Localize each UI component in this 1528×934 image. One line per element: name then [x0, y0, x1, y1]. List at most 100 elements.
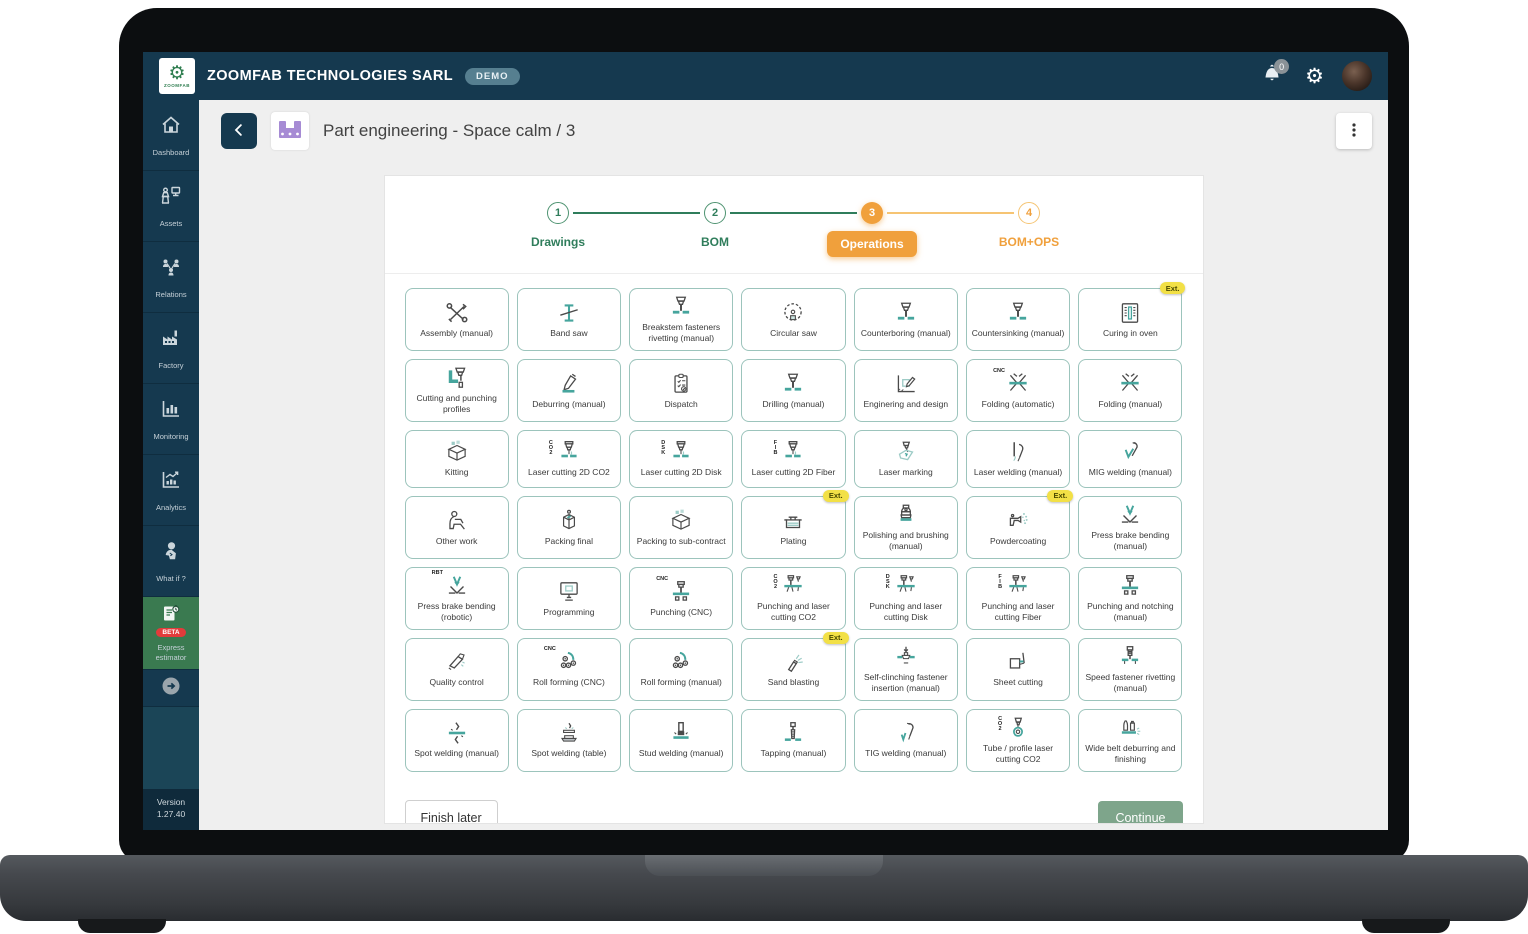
tile-tag-label: DSK: [660, 440, 666, 455]
sidebar-item-assets[interactable]: Assets: [143, 171, 199, 242]
sidebar-item-what-if[interactable]: What if ?: [143, 526, 199, 597]
version-number: 1.27.40: [143, 808, 199, 821]
sidebar-item-dashboard[interactable]: Dashboard: [143, 100, 199, 171]
stepper-step-drawings[interactable]: 1Drawings: [480, 202, 637, 257]
notifications-button[interactable]: 0: [1259, 63, 1287, 89]
operation-tile-punching-and-laser-cutting-co2[interactable]: CO2Punching and laser cutting CO2: [741, 567, 845, 630]
operation-tile-packing-to-sub-contract[interactable]: Packing to sub-contract: [629, 496, 733, 559]
weld-torch-icon: [1005, 439, 1031, 465]
operation-tile-sheet-cutting[interactable]: Sheet cutting: [966, 638, 1070, 701]
operation-tile-tapping-manual[interactable]: Tapping (manual): [741, 709, 845, 772]
sidebar-item-monitoring[interactable]: Monitoring: [143, 384, 199, 455]
operation-tile-assembly-manual[interactable]: Assembly (manual): [405, 288, 509, 351]
operation-tile-roll-forming-cnc[interactable]: CNCRoll forming (CNC): [517, 638, 621, 701]
operation-tile-drilling-manual[interactable]: Drilling (manual): [741, 359, 845, 422]
operation-tile-self-clinching-fastener-insertion-manual[interactable]: Self-clinching fastener insertion (manua…: [854, 638, 958, 701]
operation-tile-dispatch[interactable]: Dispatch: [629, 359, 733, 422]
operation-tile-laser-cutting-2d-co2[interactable]: CO2Laser cutting 2D CO2: [517, 430, 621, 488]
operation-tile-quality-control[interactable]: Quality control: [405, 638, 509, 701]
finish-later-button[interactable]: Finish later: [405, 800, 498, 824]
laptop-foot-right: [1362, 919, 1450, 933]
operation-tile-kitting[interactable]: Kitting: [405, 430, 509, 488]
operation-tile-laser-welding-manual[interactable]: Laser welding (manual): [966, 430, 1070, 488]
sidebar-item-analytics[interactable]: Analytics: [143, 455, 199, 526]
back-button[interactable]: [221, 113, 257, 149]
punch-laser-icon: DSK: [893, 573, 919, 599]
tig-weld-icon: [893, 720, 919, 746]
operation-tile-curing-in-oven[interactable]: Ext.Curing in oven: [1078, 288, 1182, 351]
operation-tile-band-saw[interactable]: Band saw: [517, 288, 621, 351]
sidebar-item-expand[interactable]: [143, 670, 199, 707]
sidebar-item-factory[interactable]: Factory: [143, 313, 199, 384]
operation-tile-enginering-and-design[interactable]: Enginering and design: [854, 359, 958, 422]
stepper-step-bom[interactable]: 2BOM: [637, 202, 794, 257]
operation-label: Folding (manual): [1098, 399, 1162, 410]
stepper-step-bom-ops[interactable]: 4 BOM+OPS: [951, 202, 1108, 257]
operation-tile-polishing-and-brushing-manual[interactable]: Polishing and brushing (manual): [854, 496, 958, 559]
step-number: 4: [1018, 202, 1040, 224]
operation-tile-spot-welding-table[interactable]: Spot welding (table): [517, 709, 621, 772]
operation-tile-powdercoating[interactable]: Ext.Powdercoating: [966, 496, 1070, 559]
external-badge: Ext.: [823, 490, 849, 502]
operation-tile-punching-cnc[interactable]: CNCPunching (CNC): [629, 567, 733, 630]
home-icon: [159, 113, 183, 142]
app-screen: ⚙ ZOOMFAB ZOOMFAB TECHNOLOGIES SARL DEMO…: [143, 52, 1388, 830]
operation-tile-stud-welding-manual[interactable]: Stud welding (manual): [629, 709, 733, 772]
more-options-button[interactable]: [1336, 113, 1372, 149]
sidebar-item-label: Monitoring: [151, 432, 190, 442]
operation-tile-laser-cutting-2d-disk[interactable]: DSKLaser cutting 2D Disk: [629, 430, 733, 488]
notification-count-badge: 0: [1274, 59, 1289, 74]
operation-tile-other-work[interactable]: Other work: [405, 496, 509, 559]
user-avatar[interactable]: [1342, 61, 1372, 91]
operation-tile-counterboring-manual[interactable]: Counterboring (manual): [854, 288, 958, 351]
operation-tile-laser-cutting-2d-fiber[interactable]: FIBLaser cutting 2D Fiber: [741, 430, 845, 488]
operation-tile-cutting-and-punching-profiles[interactable]: Cutting and punching profiles: [405, 359, 509, 422]
operation-tile-wide-belt-deburring-and-finishing[interactable]: Wide belt deburring and finishing: [1078, 709, 1182, 772]
tile-tag-label: DSK: [885, 574, 891, 589]
operation-tile-punching-and-notching-manual[interactable]: Punching and notching (manual): [1078, 567, 1182, 630]
stud-weld-icon: [668, 720, 694, 746]
stepper-step-operations[interactable]: 3Operations: [794, 202, 951, 257]
operation-tile-countersinking-manual[interactable]: Countersinking (manual): [966, 288, 1070, 351]
operation-tile-plating[interactable]: Ext.Plating: [741, 496, 845, 559]
settings-gear-icon[interactable]: ⚙: [1305, 64, 1324, 89]
operation-tile-press-brake-bending-manual[interactable]: Press brake bending (manual): [1078, 496, 1182, 559]
company-logo[interactable]: ⚙ ZOOMFAB: [159, 58, 195, 94]
operation-label: Press brake bending (robotic): [409, 601, 505, 624]
operation-tile-tig-welding-manual[interactable]: TIG welding (manual): [854, 709, 958, 772]
operation-tile-programming[interactable]: Programming: [517, 567, 621, 630]
operation-tile-folding-automatic[interactable]: CNCFolding (automatic): [966, 359, 1070, 422]
operation-tile-circular-saw[interactable]: Circular saw: [741, 288, 845, 351]
operation-label: Packing final: [545, 536, 593, 547]
operation-tile-speed-fastener-rivetting-manual[interactable]: Speed fastener rivetting (manual): [1078, 638, 1182, 701]
operation-tile-punching-and-laser-cutting-disk[interactable]: DSKPunching and laser cutting Disk: [854, 567, 958, 630]
step-label: BOM+OPS: [999, 235, 1059, 249]
continue-button[interactable]: Continue: [1098, 801, 1182, 824]
sidebar-item-express-estimator[interactable]: BETAExpress estimator: [143, 597, 199, 670]
operation-tile-packing-final[interactable]: Packing final: [517, 496, 621, 559]
operation-label: Speed fastener rivetting (manual): [1082, 672, 1178, 695]
operation-tile-tube-profile-laser-cutting-co2[interactable]: CO2Tube / profile laser cutting CO2: [966, 709, 1070, 772]
external-badge: Ext.: [1160, 282, 1186, 294]
operation-tile-punching-and-laser-cutting-fiber[interactable]: FIBPunching and laser cutting Fiber: [966, 567, 1070, 630]
version-label: Version: [143, 796, 199, 809]
punch-laser-icon: FIB: [1005, 573, 1031, 599]
operation-tile-breakstem-fasteners-rivetting-manual[interactable]: Breakstem fasteners rivetting (manual): [629, 288, 733, 351]
tapping-icon: [780, 720, 806, 746]
step-number: 2: [704, 202, 726, 224]
laser-icon: FIB: [780, 439, 806, 465]
operations-card: 1Drawings2BOM3Operations 4 BOM+OPS Assembl…: [384, 175, 1204, 824]
operation-tile-folding-manual[interactable]: Folding (manual): [1078, 359, 1182, 422]
operation-tile-laser-marking[interactable]: Laser marking: [854, 430, 958, 488]
sidebar-item-relations[interactable]: Relations: [143, 242, 199, 313]
operation-tile-roll-forming-manual[interactable]: Roll forming (manual): [629, 638, 733, 701]
operation-tile-mig-welding-manual[interactable]: MIG welding (manual): [1078, 430, 1182, 488]
operation-tile-deburring-manual[interactable]: Deburring (manual): [517, 359, 621, 422]
operation-tile-spot-welding-manual[interactable]: Spot welding (manual): [405, 709, 509, 772]
operation-label: Plating: [780, 536, 806, 547]
operation-label: Punching and laser cutting CO2: [745, 601, 841, 624]
operation-tile-press-brake-bending-robotic[interactable]: RBTPress brake bending (robotic): [405, 567, 509, 630]
operation-tile-sand-blasting[interactable]: Ext.Sand blasting: [741, 638, 845, 701]
main-area: Part engineering - Space calm / 3 1Drawi…: [199, 100, 1388, 830]
operation-label: Roll forming (manual): [641, 677, 722, 688]
